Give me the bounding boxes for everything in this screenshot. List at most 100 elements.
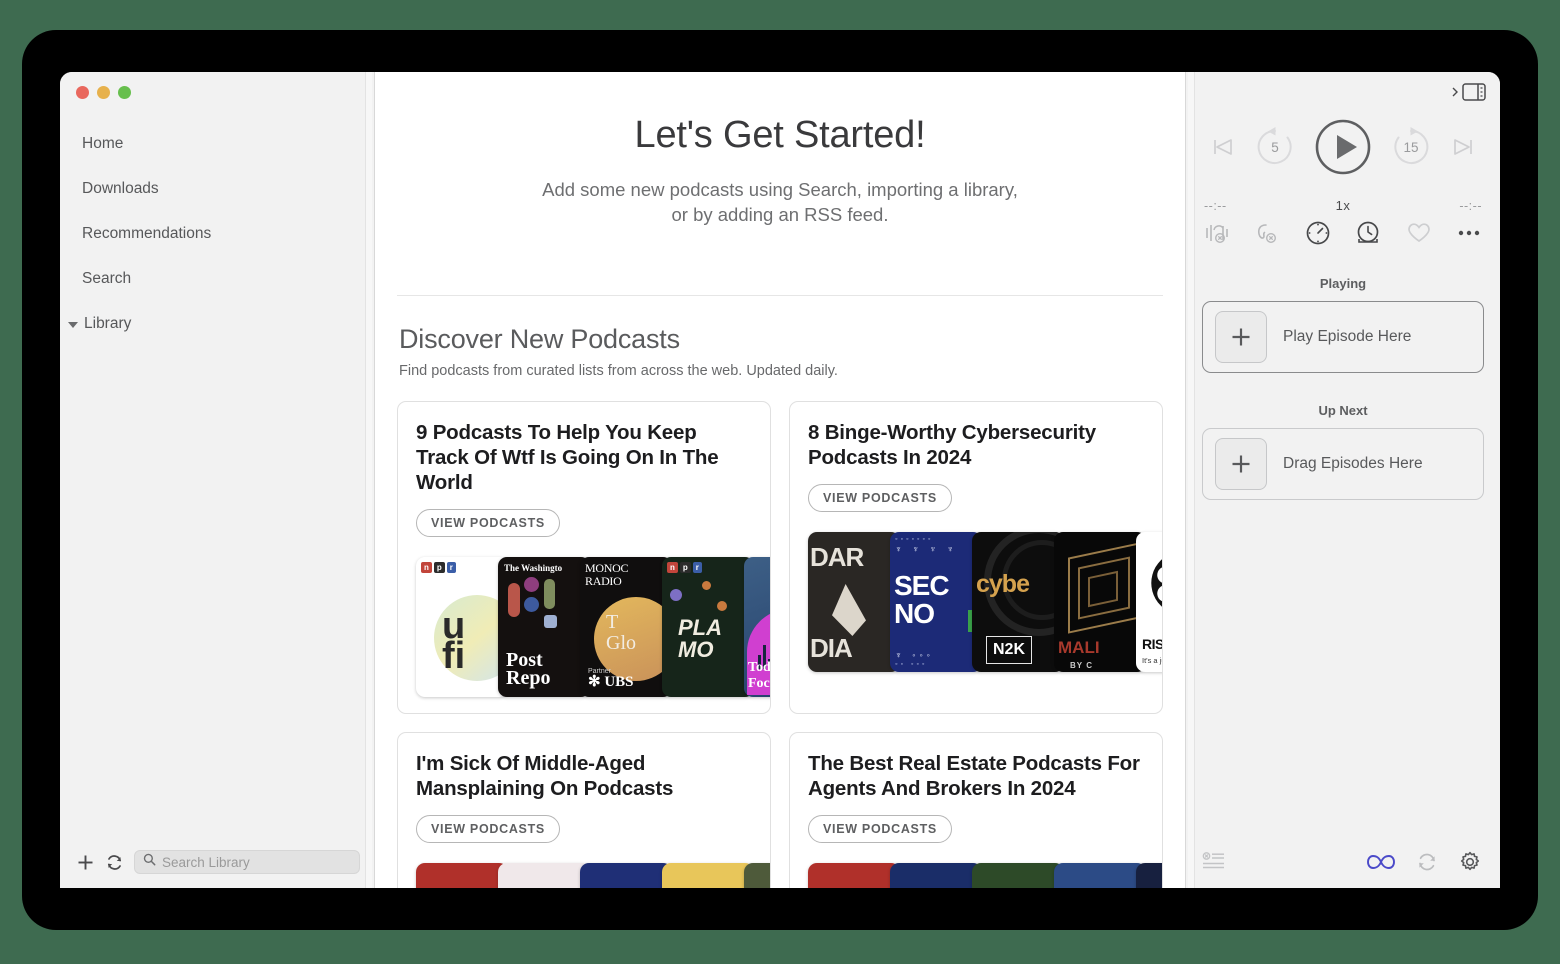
maximize-button[interactable] <box>118 86 131 99</box>
sidebar-item-library[interactable]: Library <box>60 301 374 346</box>
discover-card[interactable]: I'm Sick Of Middle-Aged Mansplaining On … <box>397 732 771 888</box>
sidebar-item-downloads[interactable]: Downloads <box>60 166 374 211</box>
up-next-section-label: Up Next <box>1318 403 1368 418</box>
skip-next-icon[interactable] <box>1450 134 1476 160</box>
player-top-bar <box>1186 72 1500 112</box>
sidebar-toggle-icon[interactable] <box>1451 83 1486 101</box>
sidebar-item-label: Home <box>82 134 124 152</box>
podcast-artwork[interactable]: ◦◦◦◦◦◦◦ ♆ ♆ ♆ ♆ SEC NO ♆ ◦◦◦ ◦◦ ◦◦◦ <box>890 532 982 672</box>
view-podcasts-button[interactable]: VIEW PODCASTS <box>416 509 560 537</box>
volume-boost-off-icon[interactable] <box>1252 220 1282 246</box>
minimize-button[interactable] <box>97 86 110 99</box>
sidebar-item-recommendations[interactable]: Recommendations <box>60 211 374 256</box>
window-traffic-lights <box>60 72 374 99</box>
podcast-artwork[interactable] <box>890 863 982 888</box>
podcast-artwork[interactable] <box>1054 863 1146 888</box>
up-next-label: Drag Episodes Here <box>1283 455 1423 472</box>
podcast-artwork[interactable]: MONOC RADIO T Glo Partner ✻ UBS <box>580 557 672 697</box>
sidebar-item-label: Recommendations <box>82 224 212 242</box>
transport-controls: 5 15 <box>1186 118 1500 176</box>
play-button[interactable] <box>1314 118 1372 176</box>
main-scrollbar[interactable] <box>1188 72 1195 888</box>
desktop-background: Home Downloads Recommendations Search Li… <box>0 0 1560 964</box>
view-podcasts-button[interactable]: VIEW PODCASTS <box>808 484 952 512</box>
now-playing-label: Play Episode Here <box>1283 328 1412 345</box>
plus-icon[interactable] <box>1215 438 1267 490</box>
discover-section-title: Discover New Podcasts <box>399 324 680 354</box>
podcast-artwork[interactable] <box>662 863 754 888</box>
card-artwork-strip: n p r u fi The Washingto Post Repo MONOC… <box>416 557 770 697</box>
hero-subtitle-line-2: or by adding an RSS feed. <box>671 204 889 225</box>
plus-icon[interactable] <box>1215 311 1267 363</box>
skip-forward-seconds: 15 <box>1403 139 1419 155</box>
app-window: Home Downloads Recommendations Search Li… <box>60 72 1500 888</box>
podcast-artwork[interactable] <box>416 863 508 888</box>
clear-queue-icon[interactable] <box>1202 852 1226 872</box>
hero-subtitle: Add some new podcasts using Search, impo… <box>397 177 1163 227</box>
sidebar-item-label: Search <box>82 269 132 287</box>
refresh-icon[interactable] <box>1416 851 1438 873</box>
refresh-icon[interactable] <box>105 853 124 872</box>
section-divider <box>397 295 1163 296</box>
sidebar-item-label: Downloads <box>82 179 159 197</box>
search-input[interactable] <box>162 854 351 870</box>
sleep-timer-icon[interactable] <box>1353 220 1383 246</box>
elapsed-time: --:-- <box>1204 198 1227 213</box>
sidebar-scrollbar[interactable] <box>365 72 372 888</box>
search-library-field[interactable] <box>134 850 360 874</box>
page-title: Let's Get Started! <box>634 114 926 156</box>
skip-back-icon[interactable]: 5 <box>1254 126 1296 168</box>
close-button[interactable] <box>76 86 89 99</box>
up-next-dropzone[interactable]: Drag Episodes Here <box>1202 428 1484 500</box>
view-podcasts-button[interactable]: VIEW PODCASTS <box>416 815 560 843</box>
sidebar-item-home[interactable]: Home <box>60 121 374 166</box>
podcast-artwork[interactable]: cybe N2K <box>972 532 1064 672</box>
podcast-artwork[interactable]: The Washingto Post Repo <box>498 557 590 697</box>
disclosure-triangle-down-icon[interactable] <box>68 321 78 328</box>
discover-card[interactable]: The Best Real Estate Podcasts For Agents… <box>789 732 1163 888</box>
gear-icon[interactable] <box>1458 850 1482 874</box>
card-artwork-strip <box>416 863 770 888</box>
remaining-time: --:-- <box>1459 198 1482 213</box>
playback-speed-icon[interactable] <box>1303 220 1333 246</box>
trim-silence-off-icon[interactable] <box>1202 220 1232 246</box>
discover-card-grid: 9 Podcasts To Help You Keep Track Of Wtf… <box>397 401 1163 888</box>
sidebar: Home Downloads Recommendations Search Li… <box>60 72 375 888</box>
skip-back-seconds: 5 <box>1271 139 1279 155</box>
podcast-artwork[interactable]: MALI BY C <box>1054 532 1146 672</box>
skip-previous-icon[interactable] <box>1210 134 1236 160</box>
podcast-artwork[interactable] <box>498 863 590 888</box>
podcast-artwork[interactable]: DAR DIA <box>808 532 900 672</box>
podcast-artwork[interactable]: n p r u fi <box>416 557 508 697</box>
now-playing-dropzone[interactable]: Play Episode Here <box>1202 301 1484 373</box>
sidebar-item-search[interactable]: Search <box>60 256 374 301</box>
discover-section-subtitle: Find podcasts from curated lists from ac… <box>399 363 838 379</box>
view-podcasts-button[interactable]: VIEW PODCASTS <box>808 815 952 843</box>
podcast-artwork[interactable]: n p r PLA MO <box>662 557 754 697</box>
discover-card[interactable]: 8 Binge-Worthy Cybersecurity Podcasts In… <box>789 401 1163 714</box>
main-scroll-area: Let's Get Started! Add some new podcasts… <box>375 72 1185 888</box>
podcast-artwork[interactable] <box>808 863 900 888</box>
podcast-artwork[interactable] <box>744 863 770 888</box>
skip-forward-icon[interactable]: 15 <box>1390 126 1432 168</box>
playback-speed-label[interactable]: 1x <box>1336 198 1351 213</box>
card-artwork-strip <box>808 863 1162 888</box>
player-icon-row <box>1186 220 1500 246</box>
podcast-artwork[interactable] <box>1136 863 1162 888</box>
player-panel: 5 15 --:-- 1x --:-- Playing Play Episode… <box>1185 72 1500 888</box>
podcast-artwork[interactable]: RISKY.BIZ It's a jungle out there <box>1136 532 1162 672</box>
podcast-artwork[interactable] <box>580 863 672 888</box>
sidebar-item-label: Library <box>84 314 132 332</box>
favorite-heart-icon[interactable] <box>1404 220 1434 246</box>
podcast-artwork[interactable]: TheGuardian Today i <box>744 557 770 697</box>
playback-meta-row: --:-- 1x --:-- <box>1186 198 1500 213</box>
infinity-icon[interactable] <box>1366 849 1396 875</box>
plus-icon[interactable] <box>76 853 95 872</box>
podcast-artwork[interactable] <box>972 863 1064 888</box>
main-content: Let's Get Started! Add some new podcasts… <box>375 72 1185 888</box>
sidebar-bottom-bar <box>60 836 374 888</box>
card-title: I'm Sick Of Middle-Aged Mansplaining On … <box>416 752 674 800</box>
discover-card[interactable]: 9 Podcasts To Help You Keep Track Of Wtf… <box>397 401 771 714</box>
more-options-icon[interactable] <box>1454 220 1484 246</box>
playing-section-label: Playing <box>1319 276 1367 291</box>
